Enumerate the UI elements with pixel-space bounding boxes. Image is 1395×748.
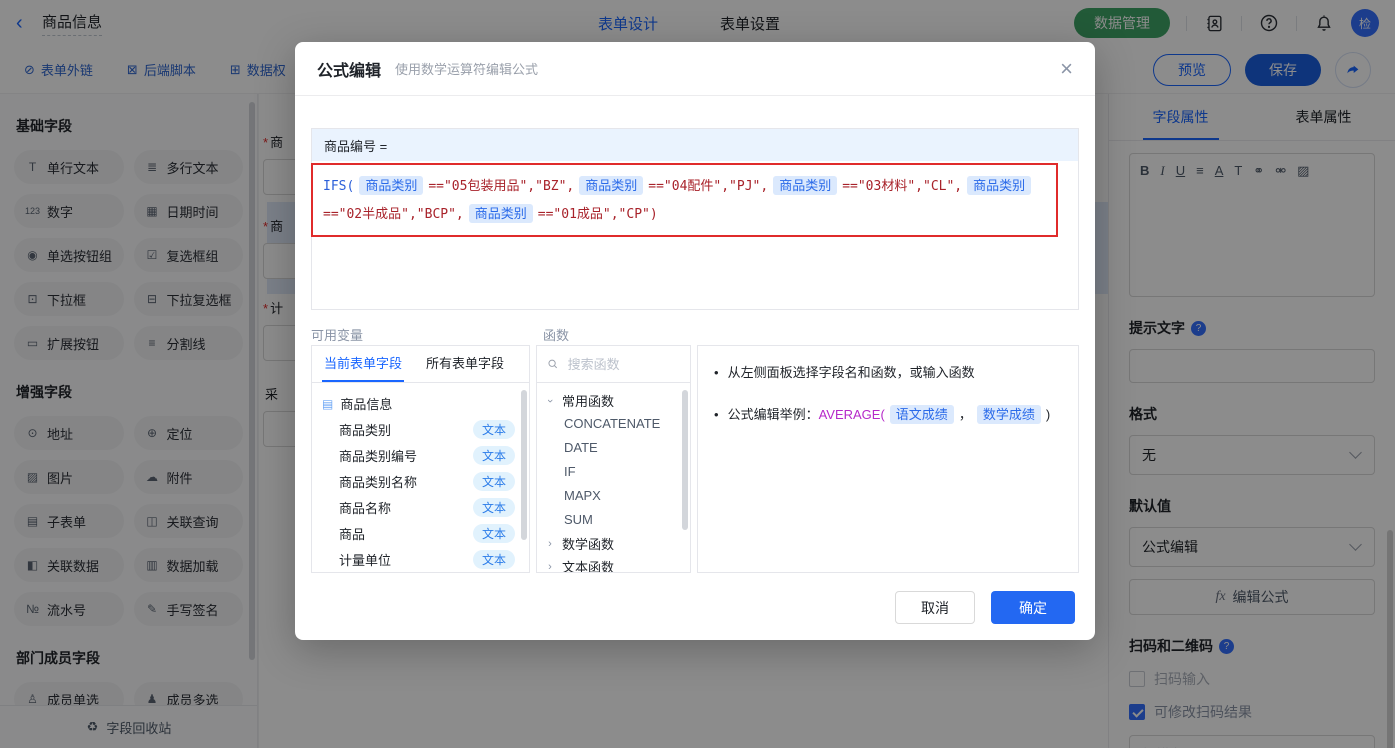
formula-code-token: =="01成品","CP") [538,207,658,222]
function-group-label: 数学函数 [562,534,614,553]
example-close-paren: ) [1046,407,1050,422]
variables-group[interactable]: ▤ 商品信息 [312,391,529,416]
variables-label: 可用变量 [311,325,363,344]
modal-panels: 当前表单字段 所有表单字段 ▤ 商品信息 商品类别文本 商品类别编号文本 商品类… [311,345,1079,573]
variable-name: 商品 [339,524,365,543]
variables-scrollbar[interactable] [521,390,527,540]
modal-header: 公式编辑 使用数学运算符编辑公式 × [295,42,1095,96]
function-group-label: 常用函数 [562,391,614,410]
function-item[interactable]: IF [537,460,690,484]
function-item[interactable]: CONCATENATE [537,412,690,436]
variable-row[interactable]: 商品类别 文本 [312,416,529,442]
cancel-button[interactable]: 取消 [895,591,975,624]
formula-field-chip[interactable]: 商品类别 [359,176,423,195]
example-separator: ， [959,407,972,422]
search-icon [547,357,559,371]
functions-scrollbar[interactable] [682,390,688,530]
functions-label: 函数 [543,325,569,344]
variables-tabs: 当前表单字段 所有表单字段 [312,346,529,383]
formula-code-token: =="05包装用品","BZ", [428,179,574,194]
type-badge: 文本 [473,472,515,491]
variables-tree: ▤ 商品信息 商品类别文本 商品类别编号文本 商品类别名称文本 商品名称文本 商… [312,383,529,573]
variable-row[interactable]: 商品名称 文本 [312,494,529,520]
chevron-right-icon: › [545,538,555,550]
modal-subtitle: 使用数学运算符编辑公式 [395,59,538,78]
function-group-common[interactable]: › 常用函数 [537,389,690,412]
formula-result-label: 商品编号 = [312,129,1078,161]
variables-group-label: 商品信息 [340,394,392,413]
tips-panel: 从左侧面板选择字段名和函数，或输入函数 公式编辑举例：AVERAGE( 语文成绩 ，… [697,345,1079,573]
formula-code-token: =="03材料","CL", [842,179,962,194]
function-list: › 常用函数 CONCATENATE DATE IF MAPX SUM › 数学… [537,383,690,573]
modal-title: 公式编辑 [317,57,381,81]
formula-field-chip[interactable]: 商品类别 [579,176,643,195]
type-badge: 文本 [473,420,515,439]
type-badge: 文本 [473,498,515,517]
example-field-chip: 语文成绩 [890,405,954,424]
formula-editor-box: 商品编号 = IFS( 商品类别 =="05包装用品","BZ", 商品类别 =="04… [311,128,1079,310]
panel-labels: 可用变量 函数 [311,325,569,344]
confirm-button[interactable]: 确定 [991,591,1075,624]
functions-panel: › 常用函数 CONCATENATE DATE IF MAPX SUM › 数学… [536,345,691,573]
close-icon[interactable]: × [1060,58,1073,80]
formula-field-chip[interactable]: 商品类别 [967,176,1031,195]
function-item[interactable]: MAPX [537,484,690,508]
formula-input-area[interactable]: IFS( 商品类别 =="05包装用品","BZ", 商品类别 =="04配件","PJ… [311,163,1058,237]
type-badge: 文本 [473,524,515,543]
chevron-right-icon: › [545,561,555,573]
document-icon: ▤ [322,397,333,411]
function-group-math[interactable]: › 数学函数 [537,532,690,555]
variable-name: 商品类别编号 [339,446,417,465]
type-badge: 文本 [473,446,515,465]
variable-row[interactable]: 商品类别编号 文本 [312,442,529,468]
variable-name: 商品类别 [339,420,391,439]
variable-row[interactable]: 商品类别名称 文本 [312,468,529,494]
variable-name: 商品名称 [339,498,391,517]
chevron-down-icon: › [544,396,556,406]
type-badge: 文本 [473,550,515,569]
tip-prefix: 公式编辑举例： [728,407,819,422]
tab-current-form-fields[interactable]: 当前表单字段 [312,346,414,382]
formula-function-token: IFS( [323,179,354,194]
function-item[interactable]: DATE [537,436,690,460]
function-search [537,346,690,383]
variables-panel: 当前表单字段 所有表单字段 ▤ 商品信息 商品类别文本 商品类别编号文本 商品类… [311,345,530,573]
variable-row[interactable]: 商品 文本 [312,520,529,546]
formula-field-chip[interactable]: 商品类别 [773,176,837,195]
example-function: AVERAGE( [819,407,885,422]
variable-name: 商品类别名称 [339,472,417,491]
function-item[interactable]: SUM [537,508,690,532]
tip-line-2: 公式编辑举例：AVERAGE( 语文成绩 ， 数学成绩) [714,402,1062,428]
formula-editor-modal: 公式编辑 使用数学运算符编辑公式 × 商品编号 = IFS( 商品类别 =="05包… [295,42,1095,640]
variable-name: 计量单位 [339,550,391,569]
formula-code-token: =="02半成品","BCP", [323,207,464,222]
tab-all-form-fields[interactable]: 所有表单字段 [414,346,516,382]
variable-row[interactable]: 计量单位 文本 [312,546,529,572]
function-search-input[interactable] [566,356,680,373]
formula-code-token: =="04配件","PJ", [648,179,768,194]
example-field-chip: 数学成绩 [977,405,1041,424]
formula-field-chip[interactable]: 商品类别 [469,204,533,223]
app-root: ‹ 商品信息 表单设计 表单设置 数据管理 [0,0,1395,748]
function-group-label: 文本函数 [562,557,614,573]
tip-line-1: 从左侧面板选择字段名和函数，或输入函数 [714,360,1062,386]
function-group-text[interactable]: › 文本函数 [537,555,690,573]
modal-footer: 取消 确定 [895,591,1075,624]
